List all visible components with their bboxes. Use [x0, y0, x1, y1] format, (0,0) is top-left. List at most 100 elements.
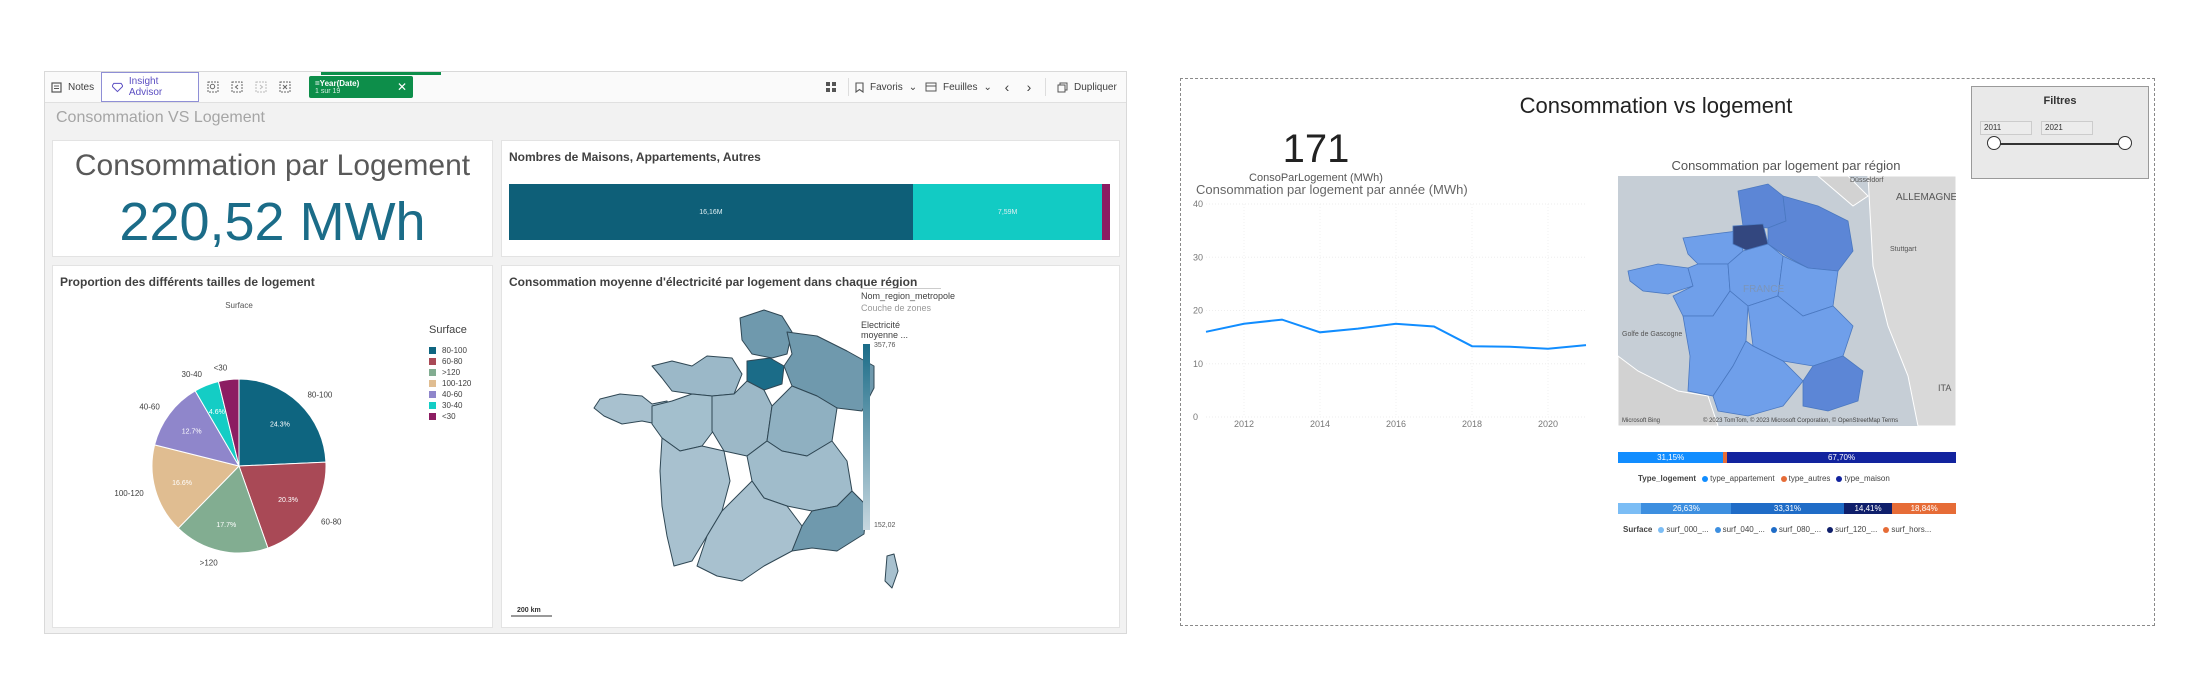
kpi-card[interactable]: Consommation par Logement 220,52 MWh: [52, 140, 493, 257]
stacked-bar[interactable]: 16,16M 7,59M: [509, 184, 1110, 240]
bar-segment-label: 14,41%: [1854, 504, 1882, 513]
line-series[interactable]: [1205, 318, 1587, 350]
legend-label: type_maison: [1844, 474, 1890, 483]
favoris-dropdown[interactable]: Favoris ⌄: [855, 72, 917, 102]
bar-segment[interactable]: 26,63%: [1641, 503, 1732, 514]
legend-label: 60-80: [442, 357, 463, 366]
notes-icon: [51, 81, 62, 93]
bar-segment-label: 67,70%: [1827, 453, 1856, 462]
surface-bar[interactable]: 26,63% 33,31% 14,41% 18,84%: [1618, 503, 1956, 514]
dupliquer-button[interactable]: Dupliquer: [1057, 72, 1117, 102]
legend-item[interactable]: surf_000_...: [1658, 525, 1709, 534]
selection-forward-icon: [255, 81, 267, 93]
france-region-map[interactable]: 200 km: [502, 266, 1119, 627]
surface-legend-title: Surface: [1623, 525, 1653, 534]
pie-dimension-label: Surface: [225, 301, 253, 310]
slider-handle-start[interactable]: [1987, 136, 2001, 150]
selection-chip[interactable]: =Year(Date) 1 sur 19 ✕: [309, 76, 413, 98]
previous-sheet-button[interactable]: ‹: [998, 72, 1016, 102]
legend-label: type_autres: [1788, 474, 1831, 483]
map-color-scale: [863, 344, 870, 530]
next-sheet-button[interactable]: ›: [1020, 72, 1038, 102]
legend-dot: [1836, 475, 1843, 482]
legend-label: 40-60: [442, 390, 463, 399]
legend-dot: [1827, 526, 1834, 533]
bookmark-icon: [855, 81, 864, 93]
stacked-bar-title: Nombres de Maisons, Appartements, Autres: [509, 150, 761, 164]
legend-item[interactable]: type_maison: [1836, 474, 1890, 483]
map-legend-min: 152,02: [874, 522, 896, 529]
map-legend-sublayer: Couche de zones: [861, 303, 932, 313]
bar-segment[interactable]: [1618, 503, 1642, 514]
pie-chart[interactable]: Surface 24.3% 80-100 20.3% 60-80 17.7% >120 16…: [53, 266, 492, 627]
map-label-ita: ITA: [1938, 383, 1951, 393]
assets-button[interactable]: [825, 72, 843, 102]
y-tick-label: 0: [1193, 412, 1198, 422]
legend-swatch: [429, 413, 436, 420]
legend-item[interactable]: 30-40: [429, 401, 462, 410]
chevron-right-icon: ›: [1026, 79, 1032, 95]
region-normandie: [651, 355, 743, 397]
legend-dot: [1658, 526, 1665, 533]
type-logement-bar[interactable]: 31,15% 67,70%: [1618, 452, 1956, 463]
map-label-germany: ALLEMAGNE: [1896, 192, 1956, 203]
legend-item[interactable]: 40-60: [429, 390, 462, 399]
legend-label: surf_080_...: [1778, 525, 1822, 534]
pie-category-label: 60-80: [321, 517, 342, 526]
map-legend-divider: [861, 288, 941, 289]
pie-chart-card[interactable]: Proportion des différents tailles de log…: [52, 265, 493, 628]
legend-item[interactable]: 80-100: [429, 346, 467, 355]
x-tick-label: 2012: [1234, 419, 1254, 429]
bar-segment[interactable]: 18,84%: [1892, 503, 1956, 514]
legend-item[interactable]: >120: [429, 368, 460, 377]
year-end-input[interactable]: 2021: [2041, 121, 2093, 135]
qlik-app: Notes Insight Advisor =Year(Date) 1 sur …: [44, 71, 1127, 634]
close-icon[interactable]: ✕: [397, 80, 407, 94]
filters-title: Filtres: [2043, 95, 2077, 107]
legend-item[interactable]: surf_120_...: [1827, 525, 1877, 534]
stacked-bar-card[interactable]: Nombres de Maisons, Appartements, Autres…: [501, 140, 1120, 257]
bar-segment-label: 31,15%: [1657, 453, 1685, 462]
legend-label: <30: [442, 412, 456, 421]
step-forward-button[interactable]: [255, 72, 273, 102]
legend-item[interactable]: <30: [429, 412, 456, 421]
step-back-button[interactable]: [231, 72, 249, 102]
pie-category-label: 30-40: [182, 370, 203, 379]
legend-item[interactable]: 60-80: [429, 357, 462, 366]
smart-search-button[interactable]: [207, 72, 225, 102]
type-legend-title: Type_logement: [1638, 474, 1697, 483]
legend-item[interactable]: type_appartement: [1702, 474, 1775, 483]
scale-label: 200 km: [517, 607, 541, 614]
pie-category-label: 100-120: [114, 489, 144, 498]
legend-item[interactable]: surf_080_...: [1770, 525, 1822, 534]
pie-category-label: <30: [214, 364, 228, 373]
legend-item[interactable]: surf_040_...: [1714, 525, 1765, 534]
slider-handle-end[interactable]: [2118, 136, 2132, 150]
search-selection-icon: [207, 81, 219, 93]
year-start-input[interactable]: 2011: [1980, 121, 2032, 135]
bar-segment[interactable]: 67,70%: [1727, 452, 1956, 463]
map-label-gulf: Golfe de Gascogne: [1622, 331, 1682, 338]
year-slider-track[interactable]: [1994, 143, 2124, 145]
bar-segment[interactable]: 31,15%: [1618, 452, 1724, 463]
legend-item[interactable]: type_autres: [1780, 474, 1831, 483]
feuilles-dropdown[interactable]: Feuilles ⌄: [925, 72, 992, 102]
insight-advisor-button[interactable]: Insight Advisor: [101, 72, 199, 102]
bar-segment[interactable]: 16,16M: [509, 184, 913, 240]
line-chart-title: Consommation par logement par année (MWh…: [1196, 182, 1468, 197]
legend-item[interactable]: surf_hors...: [1883, 525, 1931, 534]
legend-swatch: [429, 358, 436, 365]
bar-segment-label: 16,16M: [699, 208, 723, 216]
bar-segment[interactable]: 14,41%: [1843, 503, 1893, 514]
notes-button[interactable]: Notes: [51, 72, 94, 102]
map-card[interactable]: Consommation moyenne d'électricité par l…: [501, 265, 1120, 628]
bar-segment[interactable]: 33,31%: [1731, 503, 1844, 514]
bar-segment[interactable]: [1102, 184, 1110, 240]
legend-item[interactable]: 100-120: [429, 379, 471, 388]
map-canvas: FRANCE ALLEMAGNE Golfe de Gascogne Düsse…: [1618, 176, 1956, 426]
map-legend-measure: Electricité: [861, 320, 901, 330]
clear-selections-button[interactable]: [279, 72, 297, 102]
region-map[interactable]: FRANCE ALLEMAGNE Golfe de Gascogne Düsse…: [1618, 176, 1956, 426]
bar-segment[interactable]: 7,59M: [912, 184, 1103, 240]
legend-dot: [1770, 526, 1777, 533]
